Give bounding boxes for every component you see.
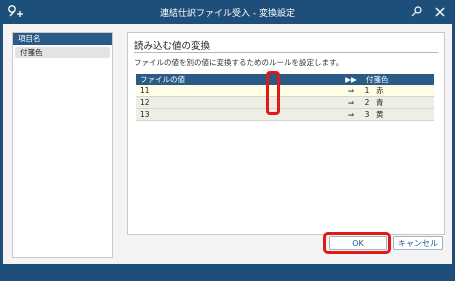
field-list-panel: 項目名 付箋色 [12,32,113,258]
pin-icon[interactable] [409,3,427,21]
cell-number[interactable]: 1 [362,85,372,97]
section-description: ファイルの値を別の値に変換するためのルールを設定します。 [134,58,344,67]
ok-button[interactable]: OK [329,236,387,250]
field-list-header: 項目名 [13,33,112,45]
cell-number[interactable]: 3 [362,108,372,121]
table-row[interactable]: 11 ⇒ 1 赤 [136,85,434,97]
table-row[interactable]: 13 ⇒ 3 黄 [136,108,434,121]
cell-file-value: 11 [136,85,244,97]
cell-spacer [244,108,340,121]
cell-file-value: 12 [136,96,244,109]
dialog-window: 連結仕訳ファイル受入 - 変換設定 項目名 付箋色 読み込む値の変換 ファイルの… [0,0,455,281]
conversion-panel: 読み込む値の変換 ファイルの値を別の値に変換するためのルールを設定します。 ファ… [127,32,445,235]
close-icon[interactable] [431,3,449,21]
cell-spacer [244,85,340,97]
table-row[interactable]: 12 ⇒ 2 青 [136,96,434,109]
title-bar: 連結仕訳ファイル受入 - 変換設定 [0,0,455,24]
number-column-highlight [266,71,280,115]
window-title: 連結仕訳ファイル受入 - 変換設定 [160,9,295,19]
cell-arrow: ⇒ [340,85,362,97]
header-target: 付箋色 [362,74,434,85]
cell-arrow: ⇒ [340,108,362,121]
window-bottom-bar [0,264,455,281]
cell-name: 青 [372,96,434,109]
header-file-value: ファイルの値 [136,74,244,85]
cell-arrow: ⇒ [340,96,362,109]
cell-file-value: 13 [136,108,244,121]
conversion-table: ファイルの値 ▶▶ 付箋色 11 ⇒ 1 赤 12 ⇒ 2 青 13 ⇒ 3 黄 [136,74,434,121]
field-list-item-fusen-color[interactable]: 付箋色 [15,47,110,58]
cancel-button[interactable]: キャンセル [393,236,443,250]
header-arrow: ▶▶ [340,74,362,85]
section-title: 読み込む値の変換 [134,41,211,52]
cell-name: 黄 [372,108,434,121]
cell-name: 赤 [372,85,434,97]
cell-spacer [244,96,340,109]
header-spacer [244,74,340,85]
section-divider [134,52,438,53]
table-header-row: ファイルの値 ▶▶ 付箋色 [136,74,434,85]
cell-number[interactable]: 2 [362,96,372,109]
dialog-body: 項目名 付箋色 読み込む値の変換 ファイルの値を別の値に変換するためのルールを設… [3,24,452,264]
